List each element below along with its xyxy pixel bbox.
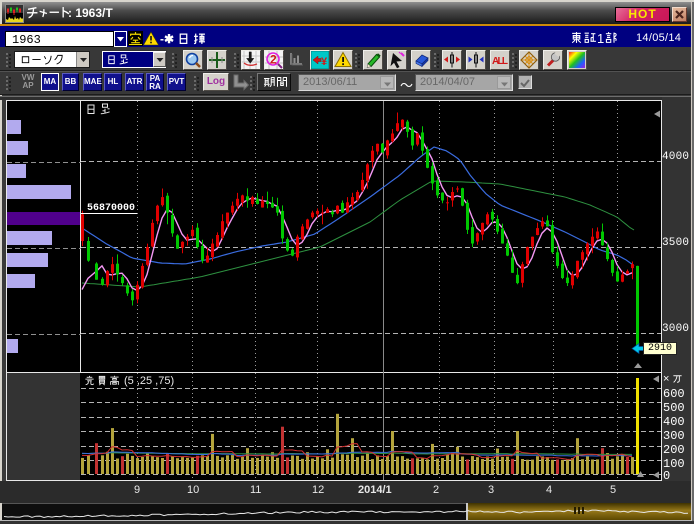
- svg-text:2: 2: [270, 53, 277, 67]
- svg-text:¥: ¥: [321, 56, 328, 68]
- svg-text:ALL: ALL: [492, 56, 508, 67]
- svg-text:1: 1: [597, 31, 604, 46]
